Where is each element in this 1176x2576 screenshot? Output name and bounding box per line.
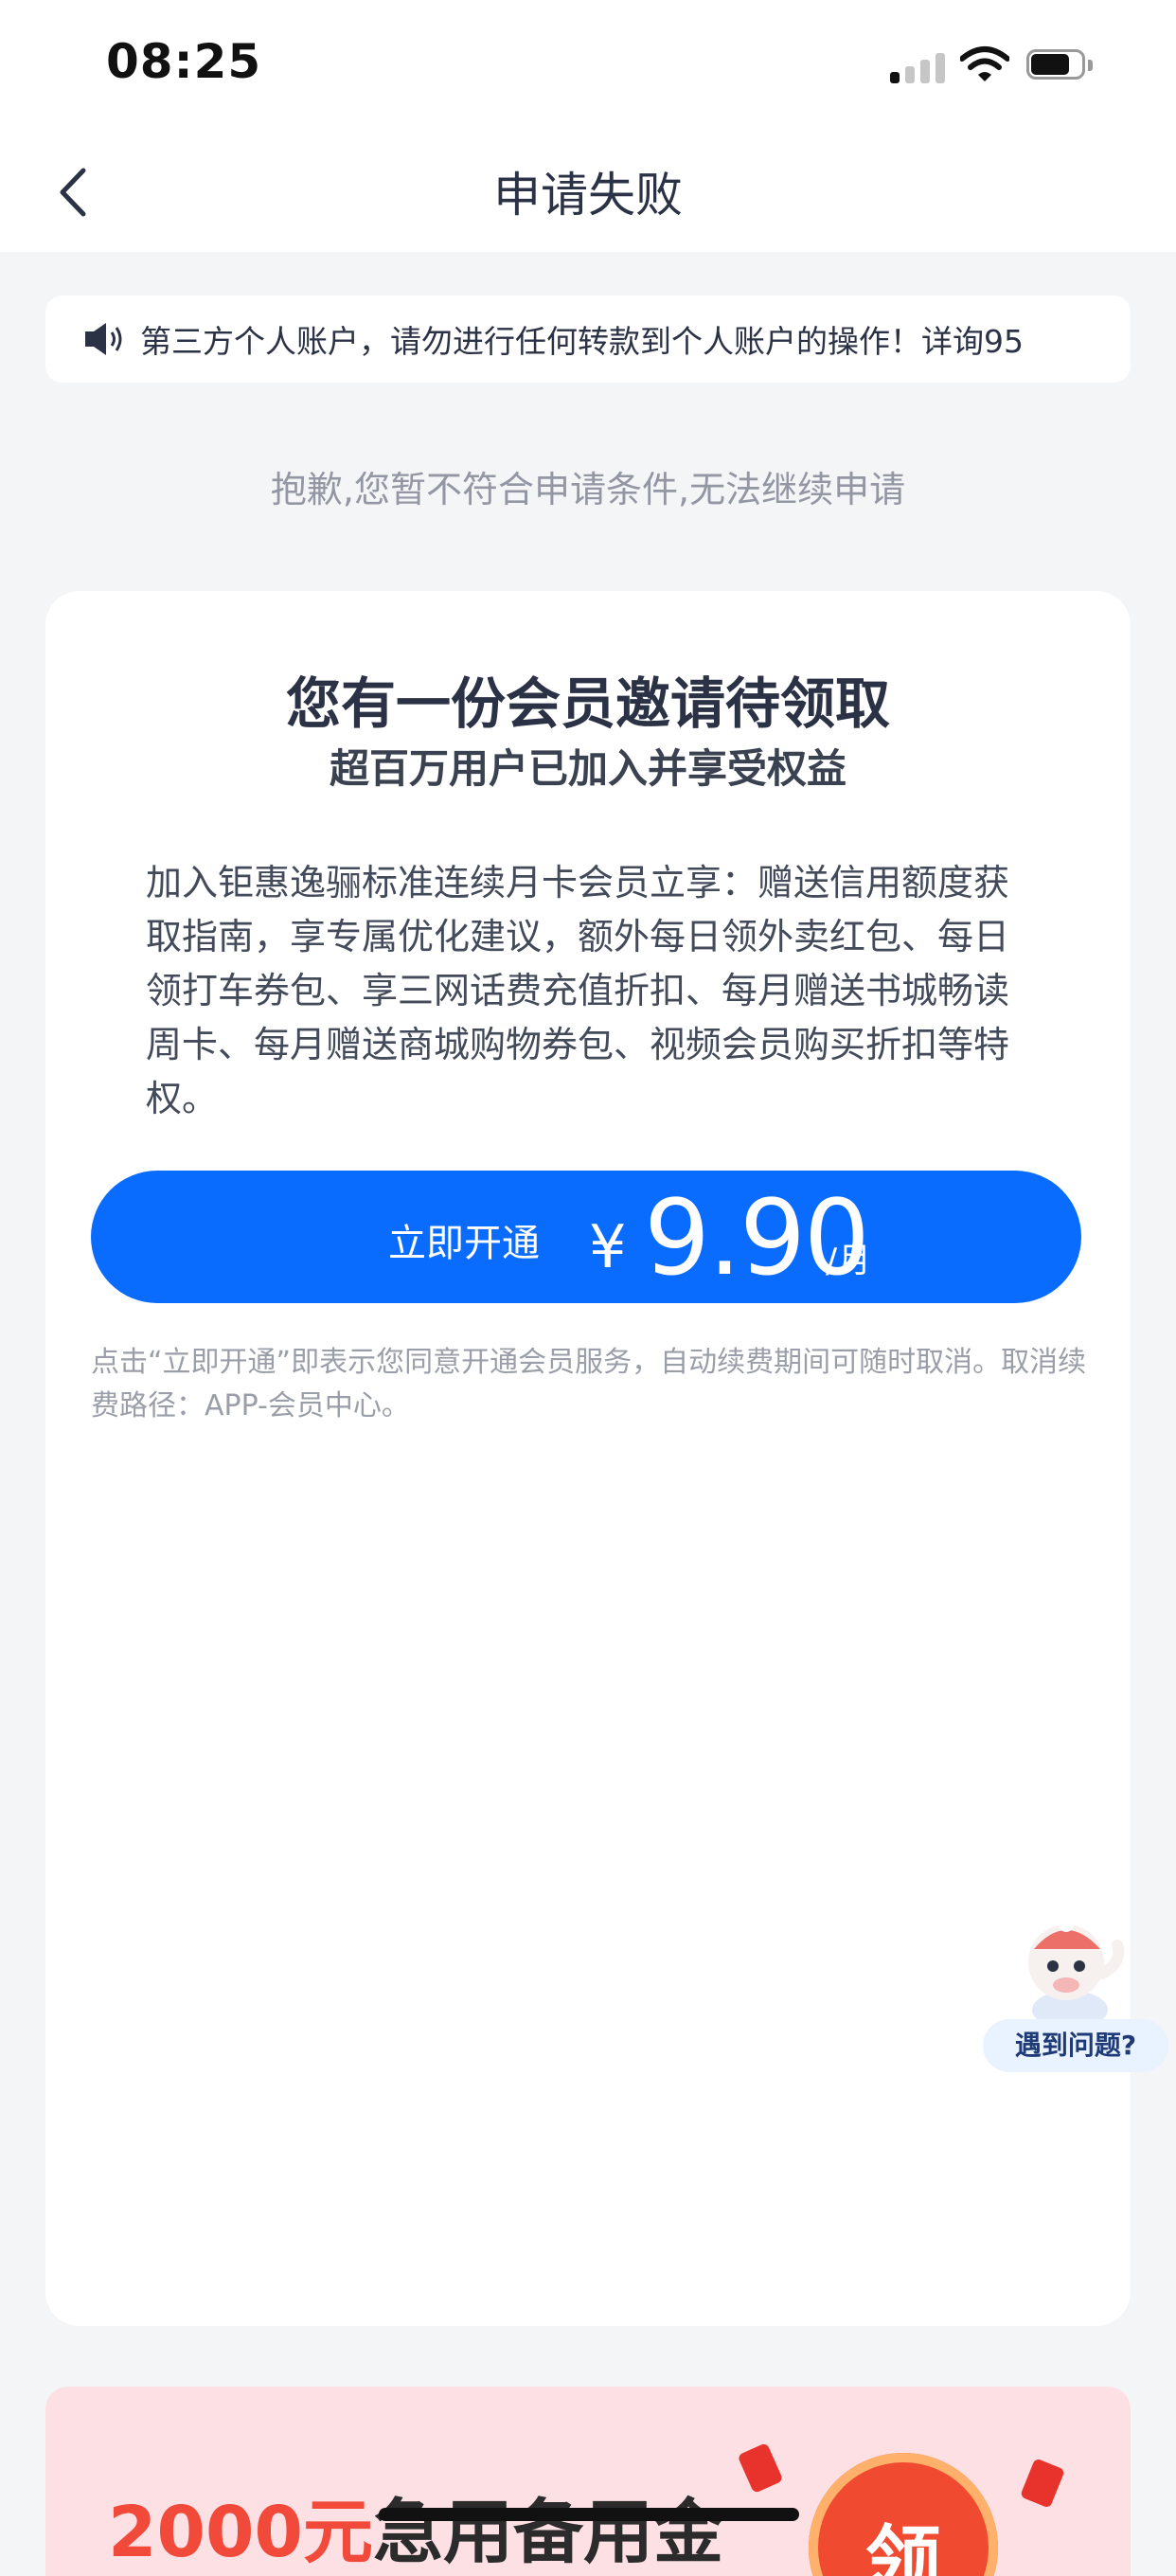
help-widget[interactable]: 遇到问题? bbox=[975, 1904, 1174, 2093]
notice-bar[interactable]: 第三方个人账户，请勿进行任何转款到个人账户的操作！详询95 bbox=[45, 295, 1131, 383]
status-time: 08:25 bbox=[106, 34, 262, 89]
mascot-icon bbox=[1028, 1917, 1125, 2029]
card-title: 您有一份会员邀请待领取 bbox=[285, 671, 890, 736]
battery-icon bbox=[1026, 49, 1093, 81]
rejection-message: 抱歉,您暂不符合申请条件,无法继续申请 bbox=[270, 469, 906, 510]
price-unit: /月 bbox=[826, 1242, 872, 1280]
page-title: 申请失败 bbox=[493, 168, 683, 223]
speaker-icon bbox=[85, 323, 122, 355]
card-subtitle: 超百万用户已加入并享受权益 bbox=[329, 745, 846, 792]
terms-text: 点击“立即开通”即表示您同意开通会员服务，自动续费期间可随时取消。取消续费路径：… bbox=[91, 1346, 1087, 1422]
open-button-label: 立即开通 bbox=[388, 1222, 540, 1265]
open-membership-button[interactable]: 立即开通 ¥ 9.90 /月 bbox=[91, 1171, 1081, 1303]
claim-coin-button[interactable]: 领 bbox=[809, 2453, 998, 2576]
status-bar: 08:25 bbox=[0, 0, 1176, 133]
home-indicator bbox=[379, 2508, 799, 2521]
promo-banner[interactable]: 2000元急用备用金 领 bbox=[45, 2387, 1131, 2576]
notice-text: 第三方个人账户，请勿进行任何转款到个人账户的操作！详询95 bbox=[140, 323, 1024, 360]
card-description: 加入钜惠逸骊标准连续月卡会员立享：赠送信用额度获取指南，享专属优化建议，额外每日… bbox=[146, 862, 1010, 1119]
promo-text: 急用备用金 bbox=[372, 2492, 723, 2573]
promo-title: 2000元急用备用金 bbox=[108, 2476, 723, 2576]
nav-bar: 申请失败 bbox=[0, 133, 1176, 252]
wifi-icon bbox=[960, 46, 1009, 81]
help-label: 遇到问题? bbox=[983, 2019, 1168, 2072]
red-packet-icon bbox=[1019, 2458, 1066, 2509]
signal-icon bbox=[890, 51, 945, 83]
currency-symbol: ¥ bbox=[589, 1212, 627, 1281]
claim-coin-label: 领 bbox=[865, 2517, 941, 2576]
red-packet-icon bbox=[737, 2442, 784, 2495]
promo-amount: 2000元 bbox=[108, 2492, 373, 2573]
membership-card: 您有一份会员邀请待领取 超百万用户已加入并享受权益 加入钜惠逸骊标准连续月卡会员… bbox=[45, 591, 1131, 2326]
